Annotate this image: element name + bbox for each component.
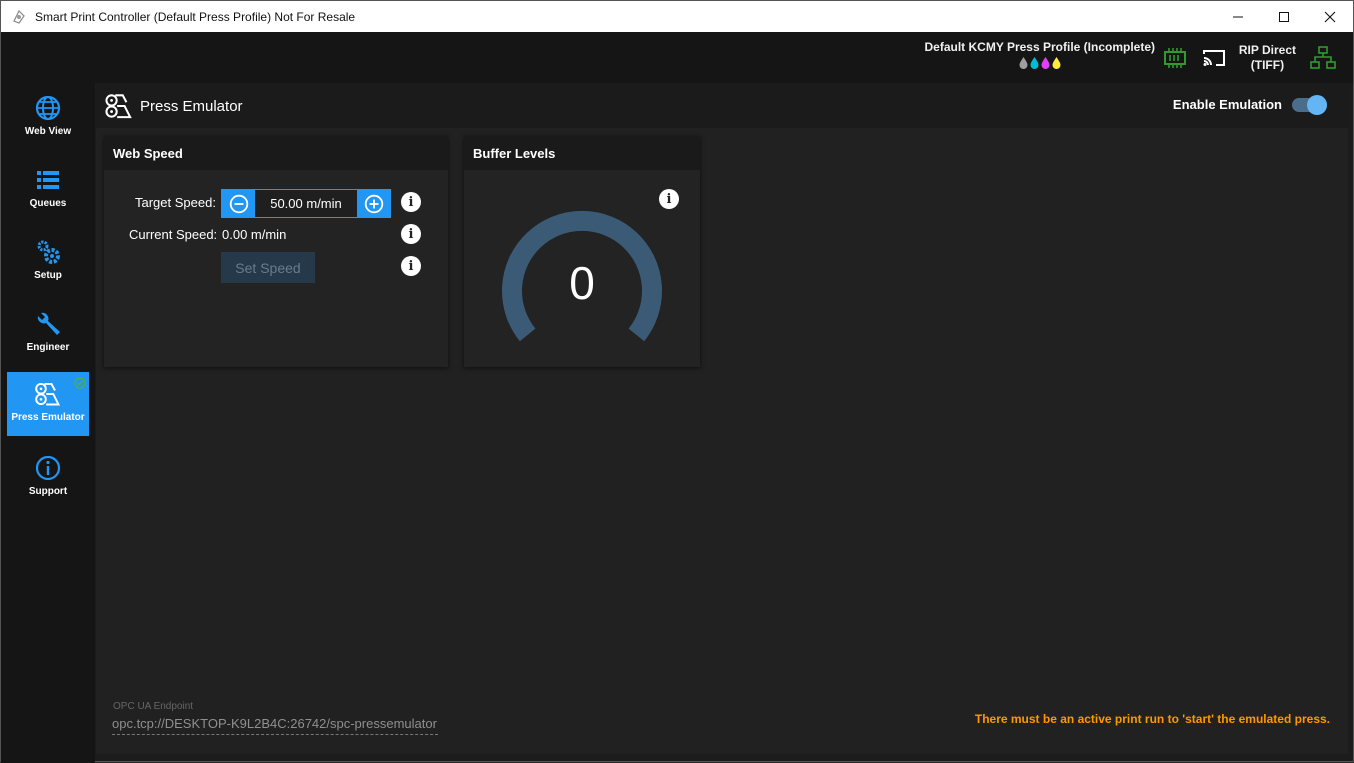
close-icon [1324, 11, 1336, 22]
sidebar-item-queues[interactable]: Queues [7, 158, 89, 222]
plus-circle-icon [364, 194, 383, 213]
window-controls [1215, 1, 1353, 32]
minus-circle-icon [229, 194, 248, 213]
ink-drop-magenta-icon [1041, 57, 1050, 69]
top-header: Default KCMY Press Profile (Incomplete) … [1, 32, 1353, 83]
buffer-gauge-value: 0 [569, 257, 595, 309]
endpoint-field[interactable]: opc.tcp://DESKTOP-K9L2B4C:26742/spc-pres… [112, 716, 438, 735]
title-bar: Smart Print Controller (Default Press Pr… [1, 1, 1353, 32]
sidebar-label-engineer: Engineer [26, 342, 70, 353]
maximize-button[interactable] [1261, 1, 1307, 32]
current-speed-info-icon[interactable]: i [401, 224, 421, 244]
page-header: Press Emulator Enable Emulation [96, 84, 1348, 128]
rip-status[interactable]: RIP Direct (TIFF) [1239, 43, 1296, 73]
target-speed-stepper: 50.00 m/min [221, 189, 391, 218]
sidebar-label-setup: Setup [34, 270, 62, 281]
set-speed-info-icon[interactable]: i [401, 256, 421, 276]
close-button[interactable] [1307, 1, 1353, 32]
current-speed-label: Current Speed: [129, 227, 218, 242]
buffer-levels-card: Buffer Levels i 0 [464, 136, 700, 367]
app-window: Smart Print Controller (Default Press Pr… [0, 0, 1354, 763]
check-circle-icon [74, 377, 86, 389]
decrease-speed-button[interactable] [222, 190, 255, 217]
sidebar-item-setup[interactable]: Setup [7, 230, 89, 294]
maximize-icon [1279, 11, 1289, 22]
page-title: Press Emulator [140, 97, 243, 115]
press-profile[interactable]: Default KCMY Press Profile (Incomplete) [924, 40, 1156, 69]
minimize-icon [1233, 16, 1243, 17]
ink-drops [925, 57, 1156, 69]
increase-speed-button[interactable] [357, 190, 390, 217]
sidebar-item-engineer[interactable]: Engineer [7, 302, 89, 366]
minimize-button[interactable] [1215, 1, 1261, 32]
target-speed-input[interactable]: 50.00 m/min [255, 196, 357, 211]
toggle-knob [1307, 94, 1327, 115]
current-speed-value: 0.00 m/min [222, 227, 287, 242]
press-icon [35, 382, 61, 406]
rip-line-2: (TIFF) [1250, 58, 1285, 72]
web-speed-card: Web Speed Target Speed: 50.00 m/min i Cu… [104, 136, 448, 367]
globe-icon [35, 95, 61, 121]
enable-emulation-label: Enable Emulation [1172, 97, 1282, 112]
rip-line-1: RIP Direct [1238, 43, 1296, 57]
set-speed-button[interactable]: Set Speed [221, 252, 315, 283]
web-speed-title: Web Speed [104, 136, 448, 170]
app-icon [13, 9, 25, 24]
gears-icon [37, 240, 60, 264]
sidebar-label-web-view: Web View [24, 126, 72, 137]
memory-icon[interactable] [1162, 46, 1188, 70]
window-title: Smart Print Controller (Default Press Pr… [35, 9, 356, 24]
info-circle-icon [35, 455, 61, 481]
list-icon [37, 171, 59, 189]
sidebar-item-press-emulator[interactable]: Press Emulator [7, 372, 89, 436]
target-speed-label: Target Speed: [135, 195, 216, 210]
profile-name: Default KCMY Press Profile (Incomplete) [924, 40, 1156, 54]
sidebar-label-press-emulator: Press Emulator [11, 412, 85, 423]
ink-drop-yellow-icon [1052, 57, 1061, 69]
sidebar-item-web-view[interactable]: Web View [7, 86, 89, 150]
warning-message: There must be an active print run to 'st… [974, 712, 1330, 726]
press-icon [105, 94, 132, 119]
buffer-levels-title: Buffer Levels [464, 136, 700, 170]
sidebar-item-support[interactable]: Support [7, 446, 89, 510]
network-icon[interactable] [1310, 46, 1336, 70]
wrench-icon [37, 312, 60, 335]
cast-icon[interactable] [1201, 46, 1227, 70]
endpoint-label: OPC UA Endpoint [113, 701, 194, 712]
target-speed-info-icon[interactable]: i [401, 192, 421, 212]
enable-emulation: Enable Emulation [1172, 94, 1327, 115]
ink-drop-black-icon [1019, 57, 1028, 69]
sidebar-label-support: Support [28, 486, 68, 497]
main-panel: Press Emulator Enable Emulation Web Spee… [96, 84, 1348, 754]
sidebar: Web View Queues Setup Engineer Press Emu… [1, 83, 95, 763]
sidebar-label-queues: Queues [29, 198, 67, 209]
ink-drop-cyan-icon [1030, 57, 1039, 69]
enable-emulation-toggle[interactable] [1292, 94, 1327, 115]
